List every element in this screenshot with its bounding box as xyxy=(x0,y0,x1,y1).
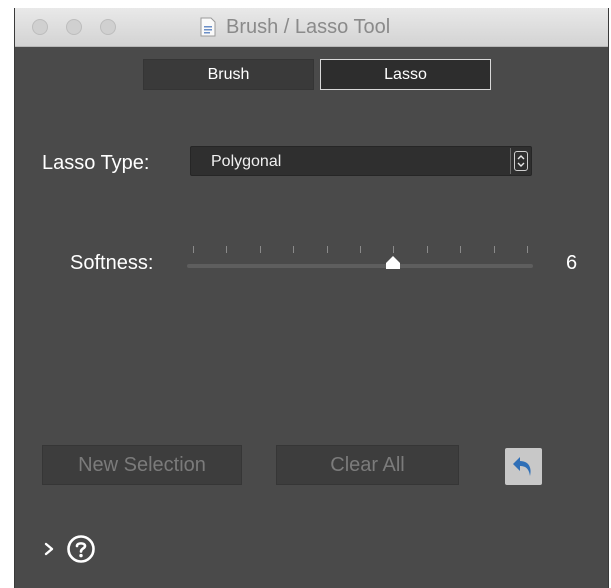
chevron-right-icon[interactable] xyxy=(42,541,56,557)
select-stepper[interactable] xyxy=(510,148,530,174)
slider-tick xyxy=(326,246,328,253)
slider-tick xyxy=(460,246,462,253)
lasso-type-label: Lasso Type: xyxy=(42,152,150,174)
window-title: Brush / Lasso Tool xyxy=(226,15,391,38)
tab-brush-label: Brush xyxy=(207,65,250,83)
title-bar: Brush / Lasso Tool xyxy=(15,8,608,47)
new-selection-button[interactable]: New Selection xyxy=(42,445,242,485)
lasso-type-value: Polygonal xyxy=(211,153,282,170)
new-selection-label: New Selection xyxy=(78,453,206,476)
slider-thumb[interactable] xyxy=(385,255,401,270)
softness-value: 6 xyxy=(566,252,578,274)
slider-tick xyxy=(527,246,528,253)
slider-track xyxy=(187,264,533,268)
undo-button[interactable] xyxy=(505,448,542,485)
clear-all-button[interactable]: Clear All xyxy=(276,445,459,485)
lasso-type-select[interactable]: Polygonal xyxy=(190,146,532,176)
clear-all-label: Clear All xyxy=(330,453,405,476)
slider-tick xyxy=(393,246,395,253)
slider-tick xyxy=(360,246,361,253)
tab-brush[interactable]: Brush xyxy=(143,59,314,90)
document-icon xyxy=(200,17,216,37)
tool-window: Brush / Lasso Tool Brush Lasso Lasso Typ… xyxy=(14,8,609,588)
softness-label: Softness: xyxy=(70,252,154,274)
slider-tick xyxy=(226,246,228,253)
slider-tick xyxy=(193,246,194,253)
tab-lasso[interactable]: Lasso xyxy=(320,59,491,90)
window-title-group: Brush / Lasso Tool xyxy=(200,15,390,39)
slider-tick xyxy=(259,246,261,253)
slider-tick xyxy=(426,246,428,253)
undo-icon xyxy=(512,456,531,476)
softness-slider[interactable] xyxy=(187,246,533,280)
slider-tick xyxy=(493,246,495,253)
tab-lasso-label: Lasso xyxy=(384,65,427,83)
zoom-window-button[interactable] xyxy=(100,19,116,35)
chevron-up-down-icon xyxy=(513,151,528,171)
minimize-window-button[interactable] xyxy=(66,19,82,35)
slider-tick xyxy=(293,246,295,253)
help-icon[interactable] xyxy=(66,534,96,564)
close-window-button[interactable] xyxy=(32,19,48,35)
